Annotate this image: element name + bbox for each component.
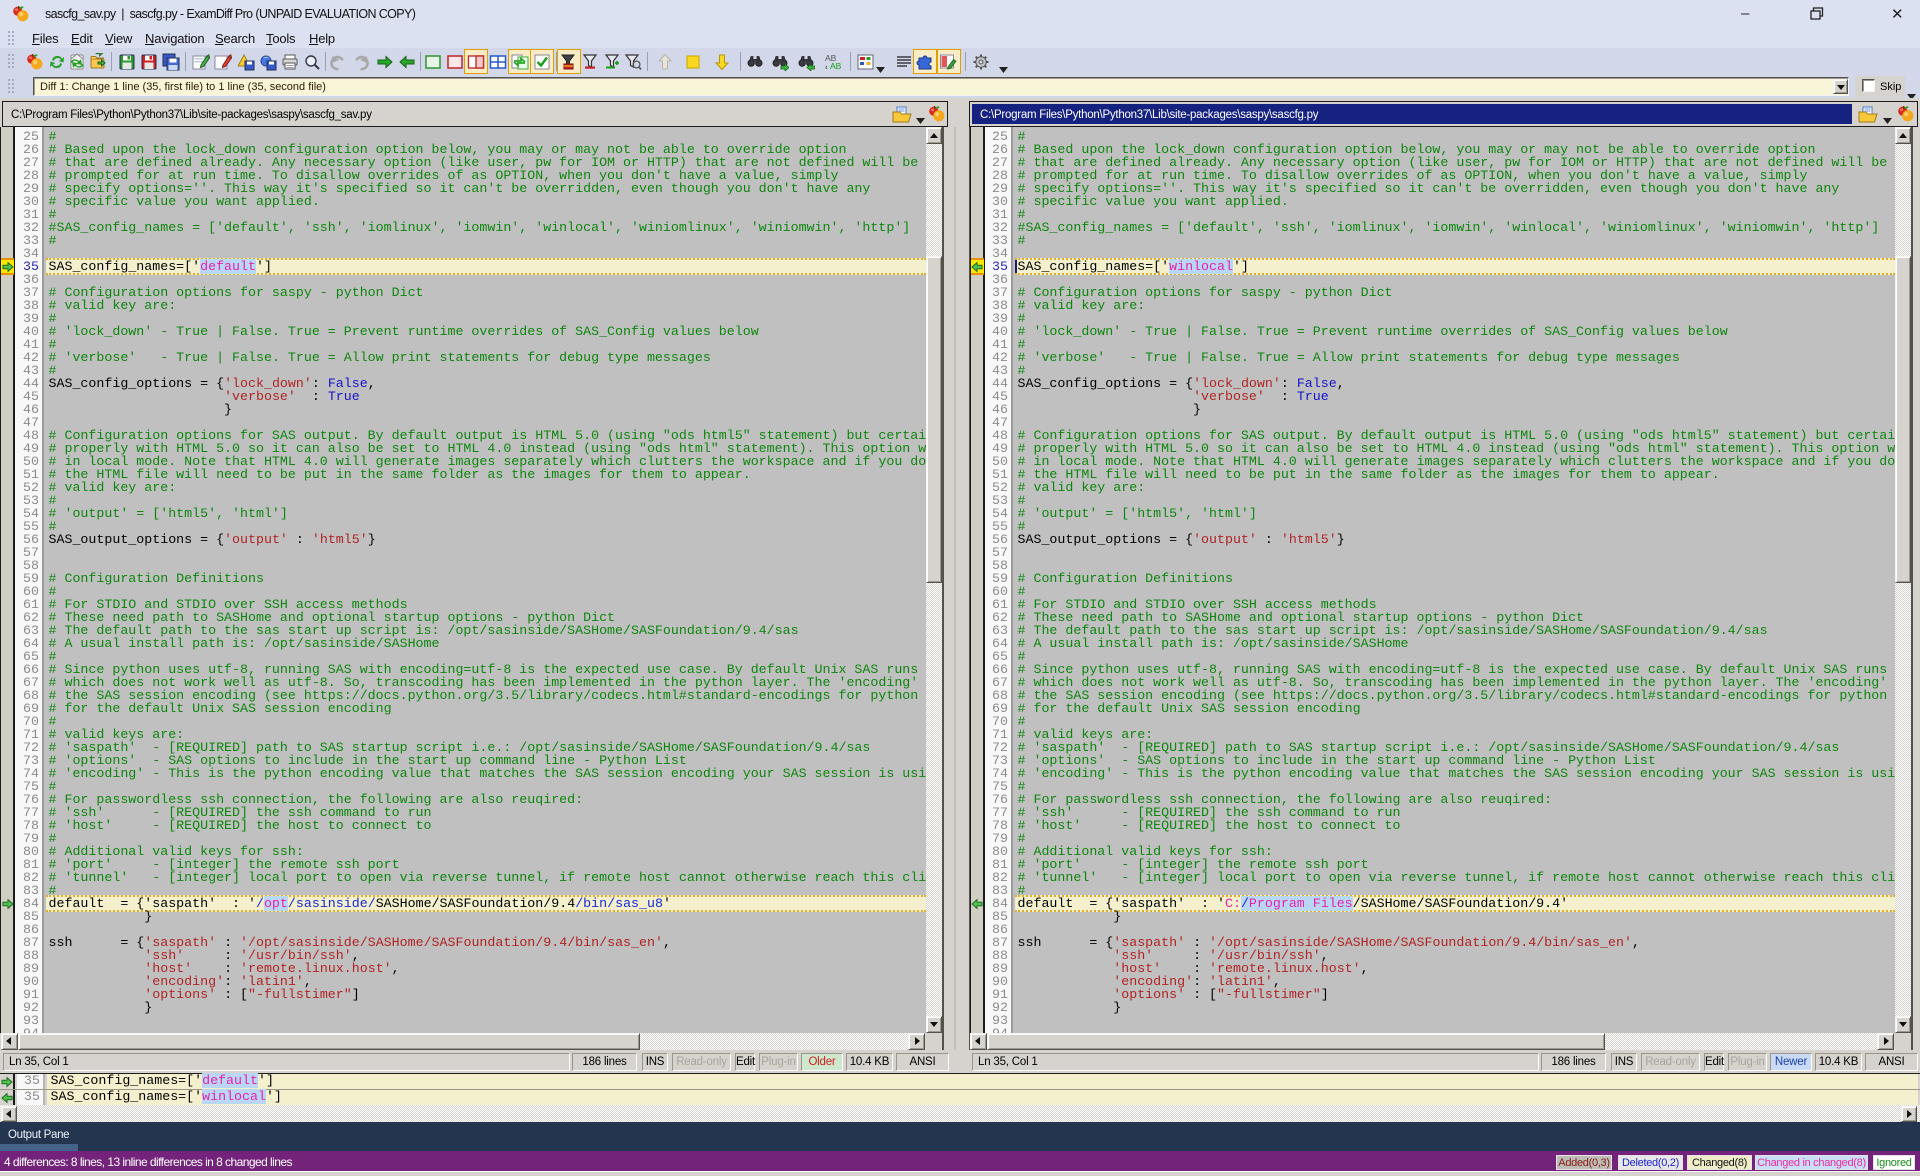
- svg-text:AB: AB: [830, 61, 842, 71]
